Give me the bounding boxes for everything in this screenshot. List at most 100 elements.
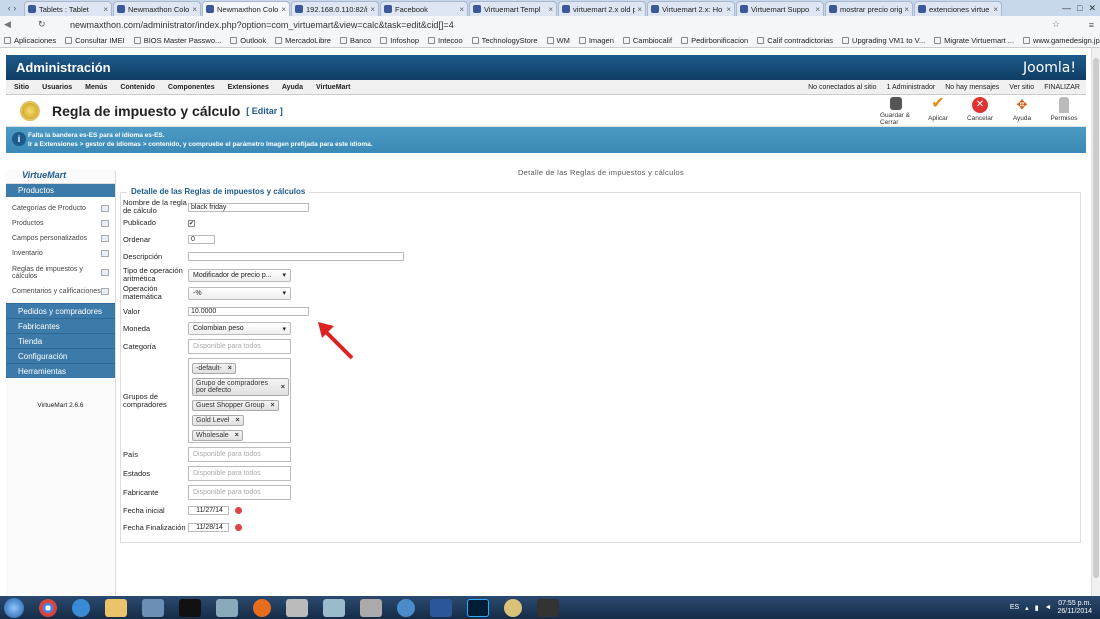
help-button[interactable]: ✥ Ayuda [1006,97,1038,126]
window-controls[interactable]: — □ ✕ [1062,0,1100,16]
bookmark-item[interactable]: BIOS Master Passwo... [133,36,221,45]
browser-tab[interactable]: Virtuemart 2.x: Ho × [647,1,735,16]
published-checkbox[interactable]: ✔ [188,219,195,227]
bookmark-item[interactable]: Banco [339,36,371,45]
menu-menus[interactable]: Menús [85,84,107,91]
sidebar-cat-herramientas[interactable]: Herramientas [6,363,115,378]
reload-icon[interactable]: ↻ [38,19,46,30]
menu-extensiones[interactable]: Extensiones [228,84,269,91]
language-indicator[interactable]: ES [1010,604,1019,611]
browser-tab[interactable]: Newmaxthon Colo × [113,1,201,16]
photoshop-icon[interactable] [467,598,489,617]
close-tab-icon[interactable]: × [192,5,197,14]
virtuemart-logo[interactable]: VirtueMart [6,170,115,184]
close-tab-icon[interactable]: × [459,5,464,14]
manufacturer-multiselect[interactable]: Disponible para todos [188,485,291,500]
sidebar-item-productos[interactable]: Productos [6,216,115,231]
app-icon[interactable] [504,598,522,617]
sidebar-cat-configuracion[interactable]: Configuración [6,348,115,363]
status-messages[interactable]: No hay mensajes [945,84,999,91]
tab-scroll-arrows[interactable]: ‹ › [0,0,24,16]
states-multiselect[interactable]: Disponible para todos [188,466,291,481]
back-icon[interactable]: ◀ [4,19,11,30]
end-date-input[interactable]: 11/28/14 [188,523,229,532]
status-admin-count[interactable]: 1 Administrador [887,84,936,91]
sidebar-cat-fabricantes[interactable]: Fabricantes [6,318,115,333]
logout-link[interactable]: FINALIZAR [1044,84,1080,91]
sidebar-item-categorias[interactable]: Categorías de Producto [6,201,115,216]
chrome-icon[interactable] [39,598,57,617]
ie-icon[interactable] [72,598,90,617]
sidebar-item-comentarios[interactable]: Comentarios y calificaciones [6,284,115,299]
shopper-groups-multiselect[interactable]: -default- × Grupo de compradores por defe… [188,358,291,443]
page-scrollbar[interactable] [1091,48,1100,596]
currency-select[interactable]: Colombian peso ▾ [188,322,291,335]
volume-icon[interactable]: ◄ [1045,604,1052,611]
tray-arrow-icon[interactable]: ▴ [1025,604,1029,612]
sidebar-section-productos[interactable]: Productos [6,184,115,197]
tools-icon[interactable] [286,598,308,617]
apply-button[interactable]: ✔ Aplicar [922,96,954,126]
math-op-select[interactable]: -% ▾ [188,286,291,300]
browser-tab[interactable]: virtuemart 2.x old p × [558,1,646,16]
sidebar-cat-tienda[interactable]: Tienda [6,333,115,348]
bookmark-item[interactable]: Upgrading VM1 to V... [842,36,925,45]
start-button-icon[interactable] [4,597,24,618]
calendar-icon[interactable] [235,507,242,514]
close-tab-icon[interactable]: × [993,5,998,14]
maxthon-icon[interactable] [397,598,415,617]
bookmark-item[interactable]: Intecoo [428,36,463,45]
bookmark-item[interactable]: Calif contradictorias [757,36,833,45]
browser-tab[interactable]: extenciones virtue × [914,1,1002,16]
browser-menu-icon[interactable]: ≡ [1089,20,1094,30]
menu-usuarios[interactable]: Usuarios [42,84,72,91]
bookmark-item[interactable]: Pedirbonificacion [681,36,748,45]
menu-ayuda[interactable]: Ayuda [282,84,303,91]
status-not-connected[interactable]: No conectados al sitio [808,84,876,91]
menu-sitio[interactable]: Sitio [14,84,29,91]
browser-tab[interactable]: 192.168.0.110:82/in × [291,1,379,16]
menu-virtuemart[interactable]: VirtueMart [316,84,351,91]
calendar-icon[interactable] [235,524,242,531]
bookmark-item[interactable]: WM [546,36,570,45]
terminal-icon[interactable] [179,598,201,617]
calculator-icon[interactable] [216,598,238,617]
video-editor-icon[interactable] [537,598,559,617]
close-tab-icon[interactable]: × [281,5,286,14]
save-close-button[interactable]: Guardar & Cerrar [880,97,912,126]
bookmark-item[interactable]: Outlook [230,36,266,45]
firefox-icon[interactable] [253,598,271,617]
ordering-input[interactable]: 0 [188,235,215,244]
remove-tag-icon[interactable]: × [281,384,285,391]
start-date-input[interactable]: 11/27/14 [188,506,229,515]
browser-tab[interactable]: Tablets : Tablet × [24,1,112,16]
notepad-icon[interactable] [323,598,345,617]
close-tab-icon[interactable]: × [726,5,731,14]
operation-type-select[interactable]: Modificador de precio p... ▾ [188,268,291,282]
sidebar-item-campos[interactable]: Campos personalizados [6,231,115,246]
permissions-button[interactable]: Permisos [1048,97,1080,126]
remove-tag-icon[interactable]: × [271,402,275,409]
browser-tab[interactable]: Virtuemart Suppo × [736,1,824,16]
description-input[interactable] [188,252,404,261]
bookmark-item[interactable]: Imagen [578,36,614,45]
close-tab-icon[interactable]: × [370,5,375,14]
bookmark-item[interactable]: Migrate Virtuemart ... [934,36,1014,45]
browser-tab[interactable]: Facebook × [380,1,468,16]
bookmark-item[interactable]: Infoshop [380,36,419,45]
media-player-icon[interactable] [142,598,164,617]
close-tab-icon[interactable]: × [815,5,820,14]
word-icon[interactable] [430,598,452,617]
country-multiselect[interactable]: Disponible para todos [188,447,291,462]
star-icon[interactable]: ☆ [1052,19,1060,30]
bookmark-item[interactable]: www.gamedesign.jp... [1023,36,1100,45]
browser-tab[interactable]: mostrar precio orig × [825,1,913,16]
bookmark-item[interactable]: MercadoLibre [275,36,331,45]
value-input[interactable]: 10.0000 [188,307,309,316]
sidebar-cat-pedidos[interactable]: Pedidos y compradores [6,303,115,318]
bookmark-item[interactable]: Consultar IMEI [65,36,125,45]
remove-tag-icon[interactable]: × [235,432,239,439]
network-icon[interactable]: ▮ [1035,604,1039,612]
clock[interactable]: 07:55 p.m. 26/11/2014 [1057,600,1092,616]
url-field[interactable]: newmaxthon.com/administrator/index.php?o… [70,20,454,30]
